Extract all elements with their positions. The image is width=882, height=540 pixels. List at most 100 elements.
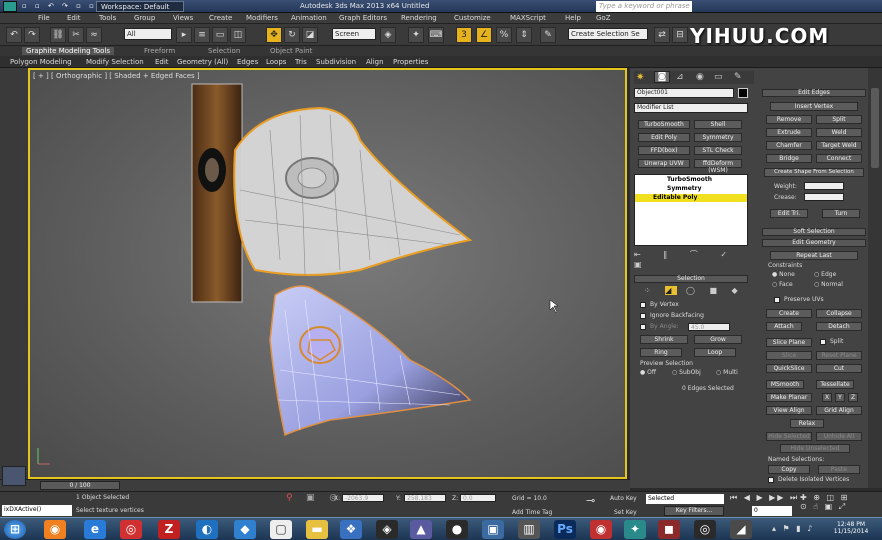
modifier-stack[interactable]: TurboSmooth Symmetry Editable Poly — [634, 174, 748, 246]
filezilla-icon[interactable]: Z — [158, 520, 180, 539]
edit-edges-header[interactable]: Edit Edges — [762, 89, 866, 97]
collapse-button[interactable]: Collapse — [816, 309, 862, 318]
app-icon-14[interactable]: ▥ — [518, 520, 540, 539]
insert-vertex-button[interactable]: Insert Vertex — [770, 102, 858, 111]
playback-controls[interactable]: ⏮ ◀ ▶ ▶▶ ⏭ — [730, 493, 799, 503]
unlink-icon[interactable]: ✂ — [68, 27, 84, 43]
grow-button[interactable]: Grow — [694, 335, 742, 344]
stack-item-selected[interactable]: Editable Poly — [635, 194, 747, 202]
constraint-none-radio[interactable]: ● None — [772, 271, 795, 278]
create-tab-icon[interactable]: ✷ — [636, 72, 644, 83]
loop-button[interactable]: Loop — [694, 348, 736, 357]
tessellate-button[interactable]: Tessellate — [816, 380, 854, 389]
quickslice-button[interactable]: QuickSlice — [766, 364, 812, 373]
clock[interactable]: 12:48 PM 11/15/2014 — [828, 521, 874, 535]
select-move-icon[interactable]: ✥ — [266, 27, 282, 43]
app-icon[interactable] — [3, 1, 17, 12]
edit-named-sel-icon[interactable]: ✎ — [540, 27, 556, 43]
y-coord-field[interactable]: 258.183 — [404, 494, 446, 502]
set-key-button[interactable]: Set Key — [614, 509, 637, 516]
attach-button[interactable]: Attach — [766, 322, 802, 331]
explorer-icon[interactable]: ▬ — [306, 520, 328, 539]
hide-unselected-button[interactable]: Hide Unselected — [780, 444, 850, 453]
app-icon-12[interactable]: ● — [446, 520, 468, 539]
panel-align[interactable]: Align — [366, 58, 384, 66]
stack-item[interactable]: Symmetry — [635, 185, 747, 193]
ffd-box-button[interactable]: FFD(box) — [638, 146, 690, 155]
bridge-button[interactable]: Bridge — [766, 154, 812, 163]
select-rotate-icon[interactable]: ↻ — [284, 27, 300, 43]
relax-button[interactable]: Relax — [790, 419, 824, 428]
select-object-icon[interactable]: ▸ — [176, 27, 192, 43]
turn-button[interactable]: Turn — [822, 209, 860, 218]
split-button[interactable]: Split — [816, 115, 862, 124]
ie-icon[interactable]: e — [84, 520, 106, 539]
weight-field[interactable] — [804, 182, 844, 190]
app-icon-20[interactable]: ◢ — [730, 520, 752, 539]
msmooth-button[interactable]: MSmooth — [766, 380, 804, 389]
selection-rollout-header[interactable]: Selection — [634, 275, 748, 283]
menu-customize[interactable]: Customize — [454, 14, 491, 22]
slice-plane-button[interactable]: Slice Plane — [766, 338, 812, 347]
key-selection-dropdown[interactable]: Selected — [646, 494, 724, 504]
motion-tab-icon[interactable]: ◉ — [696, 72, 704, 82]
app-icon-10[interactable]: ◈ — [376, 520, 398, 539]
panel-geometry[interactable]: Geometry (All) — [177, 58, 228, 66]
ffddeform-button[interactable]: ffdDeform (WSM) — [694, 159, 742, 174]
planar-y-button[interactable]: Y — [835, 393, 845, 402]
symmetry-button[interactable]: Symmetry — [694, 133, 742, 142]
split-checkbox[interactable] — [820, 339, 826, 345]
remove-button[interactable]: Remove — [766, 115, 812, 124]
preview-subobj-radio[interactable]: ○ SubObj — [672, 369, 701, 376]
app-icon-16[interactable]: ◉ — [590, 520, 612, 539]
display-tab-icon[interactable]: ▭ — [714, 72, 723, 82]
preview-off-radio[interactable]: ● Off — [640, 369, 656, 376]
current-frame-field[interactable]: 0 — [752, 506, 792, 516]
undo-icon[interactable]: ↶ — [6, 27, 22, 43]
redo-icon[interactable]: ↷ — [24, 27, 40, 43]
stl-check-button[interactable]: STL Check — [694, 146, 742, 155]
app-icon-18[interactable]: ◼ — [658, 520, 680, 539]
copy-button[interactable]: Copy — [768, 465, 810, 474]
shell-button[interactable]: Shell — [694, 120, 742, 129]
menu-edit[interactable]: Edit — [67, 14, 81, 22]
tray-icons[interactable]: ▴ ⚑ ▮ ♪ — [772, 524, 814, 533]
constraint-normal-radio[interactable]: ○ Normal — [814, 281, 843, 288]
app-icon-11[interactable]: ▲ — [410, 520, 432, 539]
menu-modifiers[interactable]: Modifiers — [246, 14, 278, 22]
hierarchy-tab-icon[interactable]: ⊿ — [676, 72, 684, 82]
constraint-edge-radio[interactable]: ○ Edge — [814, 271, 836, 278]
menu-help[interactable]: Help — [565, 14, 581, 22]
lock-icon[interactable]: ⚲ — [286, 493, 293, 503]
unhide-all-button[interactable]: Unhide All — [816, 432, 862, 441]
by-angle-checkbox[interactable] — [640, 324, 646, 330]
window-crossing-icon[interactable]: ◫ — [230, 27, 246, 43]
angle-snap-icon[interactable]: ∠ — [476, 27, 492, 43]
crease-field[interactable] — [804, 193, 844, 201]
create-button[interactable]: Create — [766, 309, 812, 318]
preview-multi-radio[interactable]: ○ Multi — [716, 369, 738, 376]
menu-animation[interactable]: Animation — [291, 14, 327, 22]
app-icon-17[interactable]: ✦ — [624, 520, 646, 539]
browser-icon[interactable]: ◐ — [196, 520, 218, 539]
subobject-level-icons[interactable]: ⁘ ◢ ◯ ■ ◆ — [644, 286, 744, 295]
panel-loops[interactable]: Loops — [266, 58, 286, 66]
shrink-button[interactable]: Shrink — [640, 335, 688, 344]
edit-poly-button[interactable]: Edit Poly — [638, 133, 690, 142]
quick-access-icons[interactable]: ▫ ▫ ↶ ↷ ▫ ▫ — [22, 2, 97, 10]
x-coord-field[interactable]: -2063.9 — [342, 494, 384, 502]
panel-tris[interactable]: Tris — [295, 58, 307, 66]
delete-isolated-checkbox[interactable] — [768, 477, 774, 483]
unwrap-uvw-button[interactable]: Unwrap UVW — [638, 159, 690, 168]
select-manipulate-icon[interactable]: ✦ — [408, 27, 424, 43]
panel-subdivision[interactable]: Subdivision — [316, 58, 356, 66]
key-filters-button[interactable]: Key Filters... — [664, 506, 724, 516]
snap-toggle-icon[interactable]: 3 — [456, 27, 472, 43]
detach-button[interactable]: Detach — [816, 322, 862, 331]
planar-x-button[interactable]: X — [822, 393, 832, 402]
chrome-icon[interactable]: ◎ — [120, 520, 142, 539]
start-button-icon[interactable]: ⊞ — [4, 520, 26, 539]
rect-selection-icon[interactable]: ▭ — [212, 27, 228, 43]
key-icon[interactable]: ⊸ — [586, 494, 595, 507]
time-slider-thumb[interactable]: 0 / 100 — [40, 481, 120, 490]
